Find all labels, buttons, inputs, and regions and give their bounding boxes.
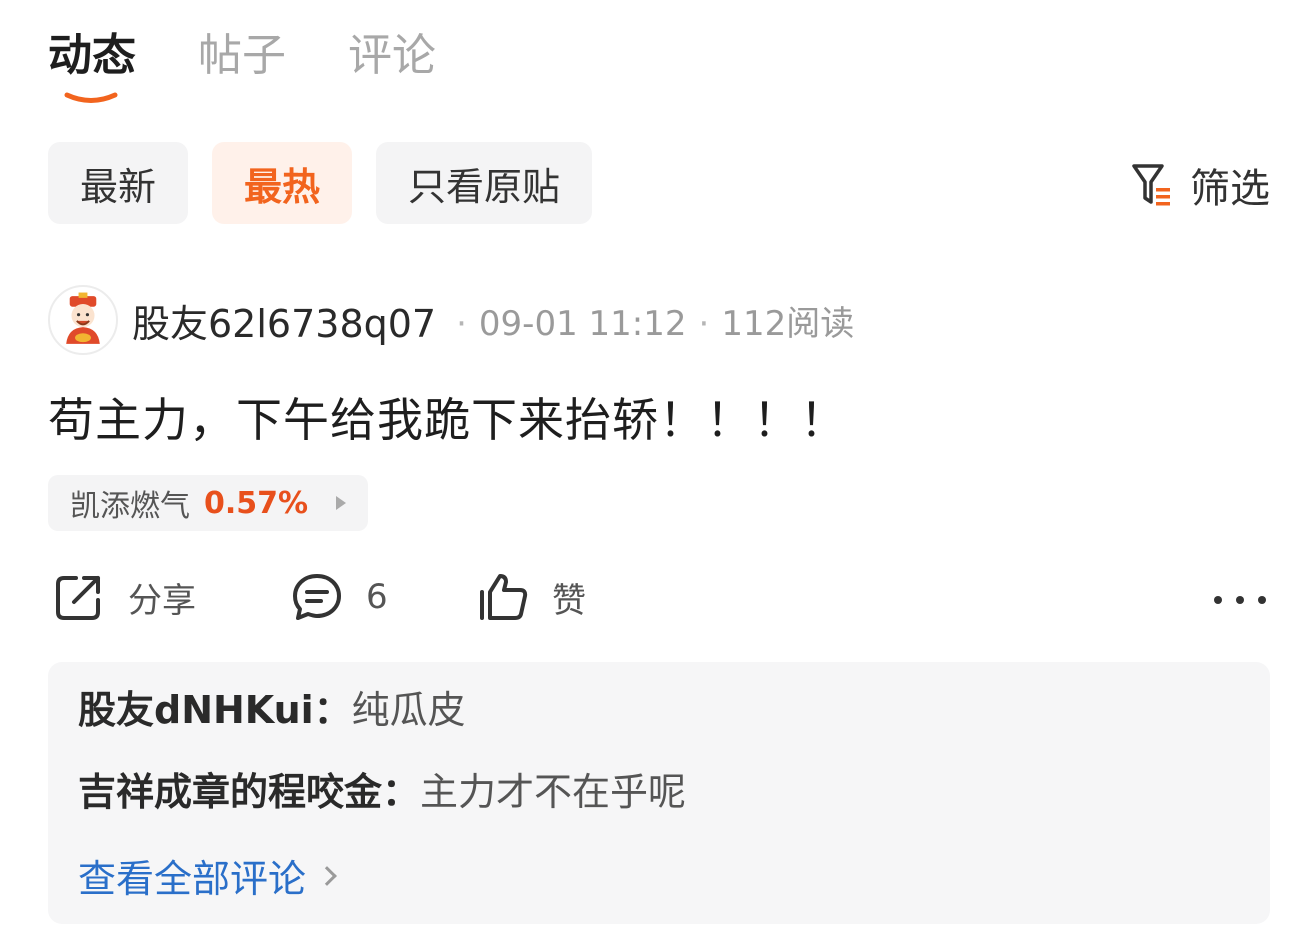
stock-tag[interactable]: 凯添燃气 0.57% [48,475,369,531]
more-options-button[interactable] [1214,580,1266,620]
meta-separator: · [698,303,710,344]
see-all-comments-link[interactable]: 查看全部评论 [78,848,1240,903]
meta-separator: · [456,303,467,344]
tab-comments-label: 评论 [348,30,436,81]
tab-posts[interactable]: 帖子 [198,28,286,84]
comment-count: 6 [366,577,388,617]
tab-dynamic[interactable]: 动态 [48,28,136,103]
post-author[interactable]: 股友62l6738q07 [132,293,436,348]
funnel-icon [1132,164,1170,206]
comment-author: 吉祥成章的程咬金： [78,770,421,814]
action-bar: 分享 6 赞 [52,570,1266,630]
like-button[interactable]: 赞 [476,570,586,624]
share-label: 分享 [128,580,196,621]
chevron-right-icon [317,865,337,886]
stock-change: 0.57% [204,485,309,521]
more-dot-icon [1258,596,1266,604]
comment-text: 主力才不在乎呢 [420,770,687,814]
post-body[interactable]: 苟主力，下午给我跪下来抬轿！！！！ [48,384,847,450]
avatar[interactable] [48,285,118,355]
tab-posts-label: 帖子 [198,30,286,81]
filter-label: 筛选 [1190,166,1270,212]
post-header: 股友62l6738q07 · 09-01 11:12 · 112阅读 [48,285,854,355]
comment-author: 股友dNHKui： [78,688,352,732]
top-tabs: 动态 帖子 评论 [48,28,436,103]
chip-latest[interactable]: 最新 [48,142,189,224]
play-arrow-icon [336,496,347,510]
share-button[interactable]: 分享 [52,570,196,624]
comment-item[interactable]: 股友dNHKui：纯瓜皮 [78,684,1240,736]
see-all-label: 查看全部评论 [78,857,307,901]
post-date: 09-01 11:12 [478,303,687,344]
stock-name: 凯添燃气 [70,489,190,524]
chip-original-only[interactable]: 只看原贴 [376,142,593,224]
comments-preview: 股友dNHKui：纯瓜皮 吉祥成章的程咬金：主力才不在乎呢 查看全部评论 [48,662,1270,924]
comment-button[interactable]: 6 [290,570,388,624]
active-tab-indicator [64,92,118,103]
fortune-god-avatar-icon [66,292,100,344]
post-reads: 112阅读 [721,303,855,344]
sort-chips: 最新 最热 只看原贴 [48,142,593,224]
tab-comments[interactable]: 评论 [348,28,436,84]
thumbs-up-icon [480,574,528,620]
comment-text: 纯瓜皮 [351,688,466,732]
tab-dynamic-label: 动态 [48,30,136,81]
post-meta: · 09-01 11:12 · 112阅读 [444,296,854,345]
comment-bubble-icon [293,574,341,620]
chip-hottest[interactable]: 最热 [212,142,353,224]
comment-item[interactable]: 吉祥成章的程咬金：主力才不在乎呢 [78,766,1240,818]
more-dot-icon [1214,596,1222,604]
share-icon [56,576,100,620]
more-dot-icon [1236,596,1244,604]
like-label: 赞 [552,580,586,621]
filter-button[interactable]: 筛选 [1130,156,1270,214]
